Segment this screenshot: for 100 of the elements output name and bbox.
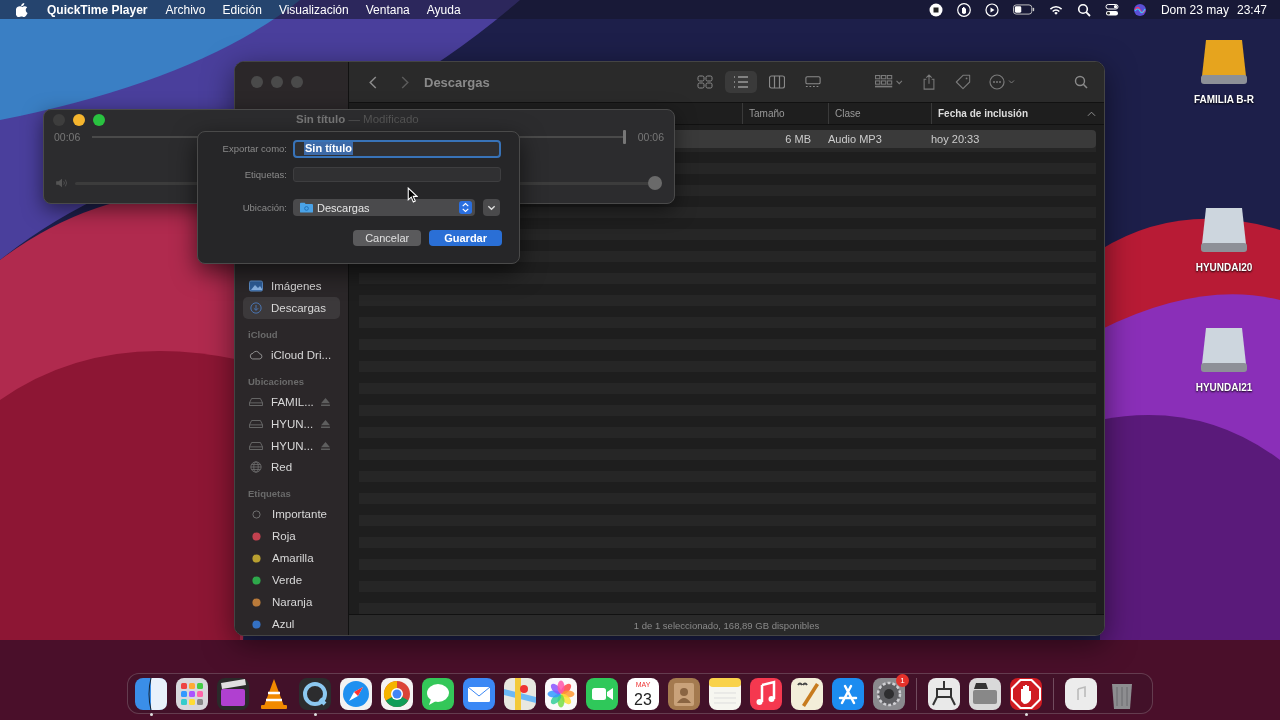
tag-dot	[252, 553, 261, 563]
disk-drive-icon[interactable]	[968, 676, 1002, 711]
zoom-button[interactable]	[93, 114, 105, 126]
sidebar-item[interactable]: Red	[243, 456, 340, 479]
size-cell-text: 6 MB	[784, 133, 812, 145]
grid-icon[interactable]	[175, 676, 209, 711]
drive-icon	[249, 417, 263, 430]
field-label: Ubicación:	[241, 202, 287, 213]
cancel-button[interactable]: Cancelar	[353, 230, 422, 246]
stop-record-icon[interactable]	[928, 2, 943, 17]
tag-dot	[252, 597, 261, 607]
video-camera-icon[interactable]	[585, 676, 619, 711]
menu-item[interactable]: Ventana	[365, 2, 410, 17]
tag-dot	[252, 575, 261, 585]
volume-knob[interactable]	[648, 176, 662, 190]
field-label: Exportar como:	[221, 143, 287, 154]
share-icon[interactable]	[921, 74, 937, 90]
drive-icon	[249, 439, 263, 452]
split-square-icon[interactable]	[134, 676, 168, 711]
sidebar-item[interactable]: Roja	[243, 525, 340, 548]
sidebar-item[interactable]: Imágenes	[243, 275, 340, 297]
mouse-cursor	[407, 187, 418, 203]
more-icon[interactable]	[989, 74, 1017, 90]
column-header[interactable]: Tamaño	[742, 103, 828, 124]
column-header[interactable]: Fecha de inclusión	[931, 103, 1104, 124]
back-icon[interactable]	[369, 75, 377, 89]
document-icon[interactable]	[1064, 676, 1098, 711]
speech-bubble-icon[interactable]	[421, 676, 455, 711]
orb-icon[interactable]	[1132, 2, 1147, 17]
battery-icon[interactable]	[1012, 4, 1035, 15]
sidebar-item[interactable]: Descargas	[243, 296, 340, 319]
tag-dot	[252, 531, 261, 541]
music-note-icon[interactable]	[749, 676, 783, 711]
pen-icon[interactable]	[790, 676, 824, 711]
contact-card-icon[interactable]	[667, 676, 701, 711]
list-view-button[interactable]	[725, 71, 757, 93]
sidebar-item[interactable]: FAMIL...	[243, 390, 340, 413]
toggles-icon[interactable]	[1104, 2, 1119, 17]
picture-frame-icon	[249, 279, 263, 292]
flower-icon[interactable]	[544, 676, 578, 711]
tag-dot	[252, 619, 261, 629]
columns-icon	[769, 75, 785, 89]
expand-button[interactable]	[483, 199, 500, 216]
sidebar-item[interactable]: Azul	[243, 613, 340, 635]
cloud-icon	[249, 348, 263, 361]
hand-icon[interactable]	[956, 2, 971, 17]
menu-bar-time[interactable]: 23:47	[1236, 2, 1267, 17]
gallery-icon	[805, 75, 821, 89]
playhead[interactable]	[622, 130, 626, 144]
column-header[interactable]: Clase	[828, 103, 931, 124]
apple-icon[interactable]	[16, 2, 28, 17]
minimize-button[interactable]	[73, 114, 85, 126]
drive-icon[interactable]	[1198, 326, 1250, 374]
sidebar-item[interactable]: Verde	[243, 569, 340, 592]
sidebar-item[interactable]: Naranja	[243, 591, 340, 614]
group-icon[interactable]	[875, 74, 903, 90]
menu-item[interactable]: Visualización	[278, 2, 349, 17]
drive-label[interactable]: FAMILIA B-R	[1193, 94, 1255, 105]
elapsed-time: 00:06	[54, 131, 81, 143]
compass-icon[interactable]	[339, 676, 373, 711]
tag-icon[interactable]	[955, 74, 971, 90]
stepper-icon	[459, 201, 472, 214]
field-label: Etiquetas:	[243, 169, 287, 180]
total-time: 00:06	[637, 131, 664, 143]
envelope-icon[interactable]	[462, 676, 496, 711]
folder-icon	[300, 202, 313, 213]
chevron-down-icon	[487, 204, 496, 211]
menu-bar-date[interactable]: Dom 23 may	[1160, 2, 1229, 17]
sidebar-item[interactable]: iCloud Dri...	[243, 343, 340, 366]
clapperboard-icon[interactable]	[216, 676, 250, 711]
ring-icon[interactable]	[298, 676, 332, 711]
location-dropdown[interactable]: Descargas	[293, 199, 475, 216]
grid-icon	[697, 75, 713, 89]
drive-label[interactable]: HYUNDAI20	[1195, 262, 1253, 273]
name-field[interactable]: Sin título	[293, 139, 501, 158]
sidebar-heading: Etiquetas	[248, 488, 292, 500]
gadget-icon[interactable]	[927, 676, 961, 711]
status-text: 1 de 1 seleccionado, 168,89 GB disponibles	[633, 619, 820, 631]
sidebar-item[interactable]: HYUN...	[243, 412, 340, 435]
save-button[interactable]: Guardar	[429, 230, 502, 246]
tag-dot	[252, 509, 261, 519]
sidebar-item[interactable]: Importante	[243, 503, 340, 526]
crossed-lines-icon[interactable]	[831, 676, 865, 711]
window-title: Descargas	[424, 74, 490, 90]
drive-icon[interactable]	[1198, 206, 1250, 254]
app-menu[interactable]: QuickTime Player	[47, 2, 148, 17]
play-icon[interactable]	[984, 2, 999, 17]
tags-field[interactable]	[293, 167, 501, 182]
sidebar-item[interactable]: Amarilla	[243, 547, 340, 570]
drive-icon[interactable]	[1198, 38, 1250, 86]
search-icon[interactable]	[1076, 2, 1091, 17]
stop-hand-icon[interactable]	[1009, 676, 1043, 711]
drive-label[interactable]: HYUNDAI21	[1195, 382, 1253, 393]
menu-item[interactable]: Edición	[222, 2, 262, 17]
map-icon[interactable]	[503, 676, 537, 711]
menu-item[interactable]: Archivo	[165, 2, 206, 17]
drive-icon	[249, 395, 263, 408]
menu-item[interactable]: Ayuda	[426, 2, 461, 17]
sidebar-item[interactable]: HYUN...	[243, 434, 340, 457]
notepad-icon[interactable]	[708, 676, 742, 711]
